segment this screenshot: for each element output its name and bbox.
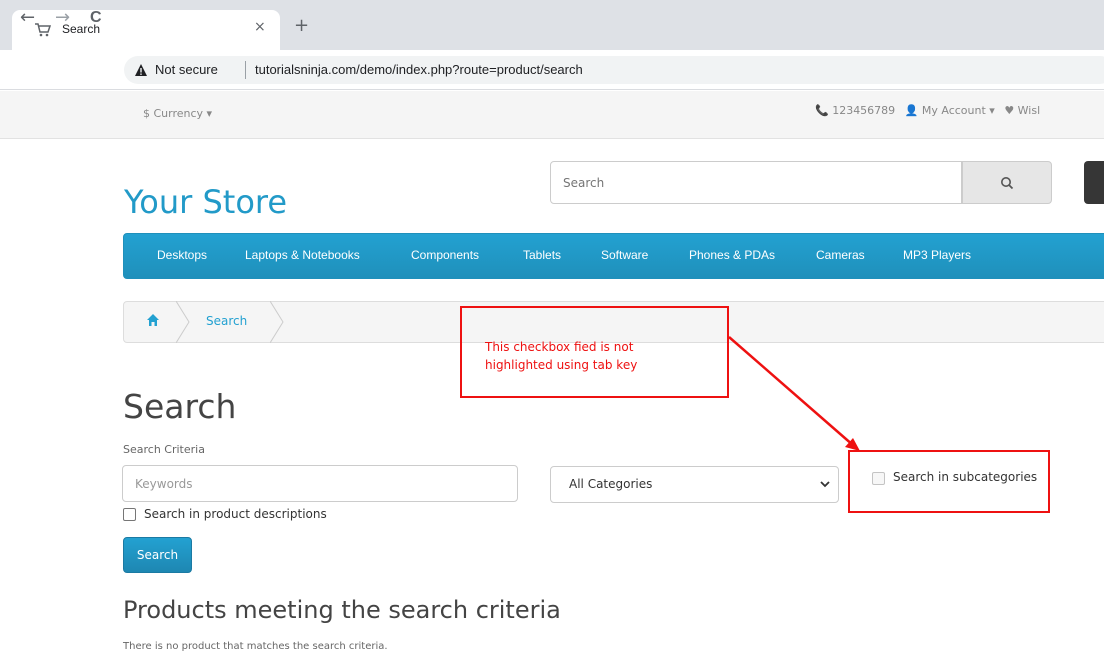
menu-item-components[interactable]: Components (411, 248, 479, 262)
menu-item-cameras[interactable]: Cameras (816, 248, 865, 262)
menu-item-laptops[interactable]: Laptops & Notebooks (245, 248, 360, 262)
breadcrumb-separator (176, 301, 190, 343)
keywords-field[interactable] (122, 465, 518, 502)
products-heading: Products meeting the search criteria (123, 596, 561, 624)
menu-item-mp3[interactable]: MP3 Players (903, 248, 971, 262)
descriptions-label: Search in product descriptions (144, 507, 327, 521)
new-tab-icon[interactable]: + (294, 17, 309, 35)
no-results-message: There is no product that matches the sea… (123, 641, 388, 652)
my-account-dropdown[interactable]: 👤 My Account ▾ (905, 104, 995, 117)
menu-item-phones[interactable]: Phones & PDAs (689, 248, 775, 262)
search-criteria-label: Search Criteria (123, 443, 205, 456)
top-links: 📞 123456789 👤 My Account ▾ ♥ Wisl (815, 104, 1046, 117)
header-search-button[interactable] (962, 161, 1052, 204)
search-submit-button[interactable]: Search (123, 537, 192, 573)
browser-tab[interactable]: Search × (12, 10, 280, 50)
url-text[interactable]: tutorialsninja.com/demo/index.php?route=… (255, 62, 583, 77)
forward-icon[interactable]: → (55, 9, 70, 27)
annotation-line-1: This checkbox fied is not (485, 340, 634, 354)
security-label: Not secure (155, 62, 218, 77)
wishlist-link[interactable]: ♥ Wisl (1004, 104, 1040, 117)
home-icon[interactable] (146, 313, 160, 327)
cart-icon (35, 23, 52, 37)
header-search-input[interactable] (551, 162, 961, 203)
cart-button[interactable] (1084, 161, 1104, 204)
currency-dropdown[interactable]: $ Currency ▾ (143, 107, 212, 120)
store-logo[interactable]: Your Store (124, 183, 287, 221)
header-search-box[interactable] (550, 161, 962, 204)
menu-item-software[interactable]: Software (601, 248, 648, 262)
back-icon[interactable]: ← (20, 9, 35, 27)
warning-icon (135, 64, 147, 76)
annotation-highlight-box (848, 450, 1050, 513)
category-selected-value: All Categories (569, 477, 653, 491)
chevron-down-icon (820, 481, 830, 488)
phone-link[interactable]: 📞 123456789 (815, 104, 895, 117)
breadcrumb-separator (270, 301, 284, 343)
page-title: Search (123, 387, 237, 426)
menu-item-desktops[interactable]: Desktops (157, 248, 207, 262)
keywords-input[interactable] (123, 466, 517, 501)
menu-item-tablets[interactable]: Tablets (523, 248, 561, 262)
tab-close-icon[interactable]: × (254, 19, 266, 35)
descriptions-checkbox[interactable] (123, 508, 136, 521)
annotation-line-2: highlighted using tab key (485, 358, 638, 372)
reload-icon[interactable]: C (90, 10, 102, 26)
address-separator (245, 61, 246, 79)
search-icon (1001, 176, 1014, 189)
breadcrumb-search[interactable]: Search (206, 314, 247, 328)
annotation-text: This checkbox fied is not highlighted us… (485, 338, 715, 374)
